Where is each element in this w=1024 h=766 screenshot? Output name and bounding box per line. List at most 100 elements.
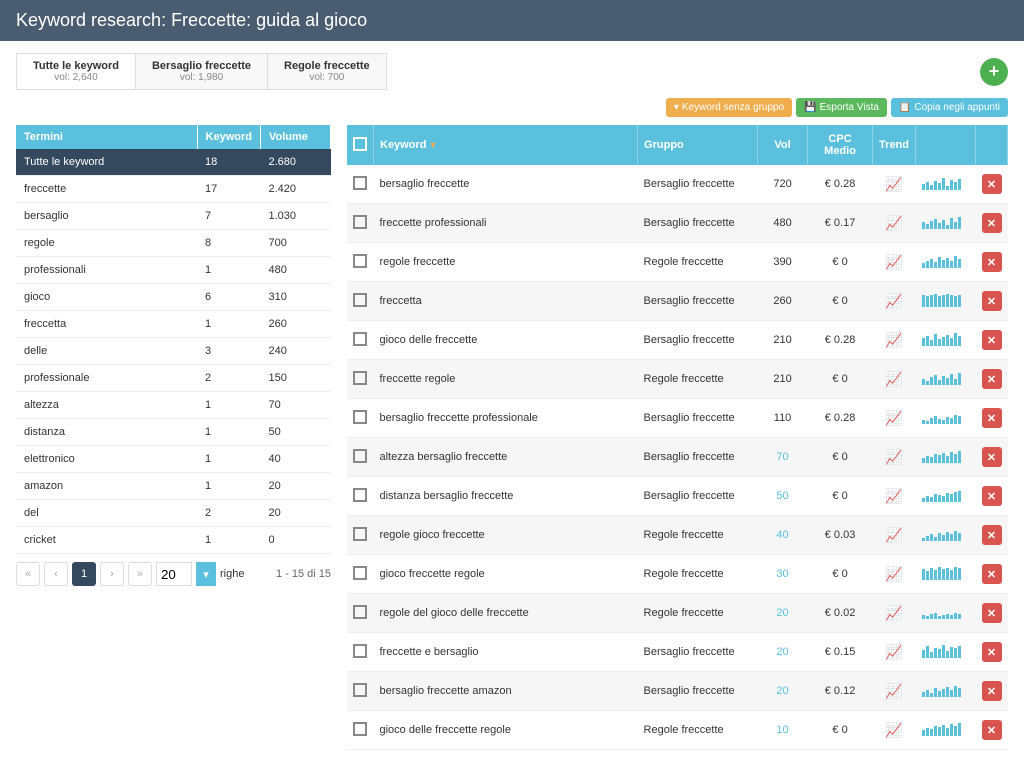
group-cell: Bersaglio freccette [638, 399, 758, 438]
term-row[interactable]: Tutte le keyword182.680 [16, 149, 331, 176]
delete-button[interactable]: ✕ [982, 486, 1002, 506]
row-checkbox[interactable] [353, 410, 367, 424]
keyword-no-group-button[interactable]: ▾ Keyword senza gruppo [666, 98, 792, 117]
term-row[interactable]: delle3240 [16, 338, 331, 365]
term-cell: del [16, 500, 197, 527]
pager-first[interactable]: « [16, 562, 40, 586]
trend-icon[interactable]: 📈 [885, 215, 902, 231]
trend-icon[interactable]: 📈 [885, 410, 902, 426]
checkbox-all[interactable] [353, 137, 367, 151]
vol-cell: 110 [758, 399, 808, 438]
row-checkbox[interactable] [353, 722, 367, 736]
trend-icon[interactable]: 📈 [885, 449, 902, 465]
tab-item[interactable]: Regole freccettevol: 700 [268, 54, 386, 89]
trend-icon[interactable]: 📈 [885, 488, 902, 504]
row-checkbox[interactable] [353, 449, 367, 463]
row-checkbox[interactable] [353, 371, 367, 385]
delete-button[interactable]: ✕ [982, 174, 1002, 194]
delete-button[interactable]: ✕ [982, 291, 1002, 311]
row-checkbox[interactable] [353, 605, 367, 619]
trend-icon[interactable]: 📈 [885, 683, 902, 699]
row-checkbox[interactable] [353, 488, 367, 502]
term-row[interactable]: freccette172.420 [16, 176, 331, 203]
delete-button[interactable]: ✕ [982, 252, 1002, 272]
pager-page-1[interactable]: 1 [72, 562, 96, 586]
group-cell: Bersaglio freccette [638, 438, 758, 477]
kw-cell: 1 [197, 473, 260, 500]
term-row[interactable]: altezza170 [16, 392, 331, 419]
th-volume[interactable]: Volume [261, 125, 331, 149]
page-size-dropdown[interactable]: ▾ [196, 562, 216, 586]
keyword-row: distanza bersaglio freccetteBersaglio fr… [347, 477, 1008, 516]
delete-button[interactable]: ✕ [982, 681, 1002, 701]
add-tab-button[interactable]: + [980, 58, 1008, 86]
th-keyword[interactable]: Keyword▼ [374, 125, 638, 165]
pager-next[interactable]: › [100, 562, 124, 586]
row-checkbox[interactable] [353, 176, 367, 190]
pager-label: righe [220, 568, 244, 580]
delete-button[interactable]: ✕ [982, 720, 1002, 740]
tab-item[interactable]: Tutte le keywordvol: 2,640 [17, 54, 136, 89]
export-view-button[interactable]: 💾 Esporta Vista [796, 98, 887, 117]
terms-panel: Termini Keyword Volume Tutte le keyword1… [16, 125, 331, 750]
delete-button[interactable]: ✕ [982, 408, 1002, 428]
tab-item[interactable]: Bersaglio freccettevol: 1,980 [136, 54, 268, 89]
term-row[interactable]: elettronico140 [16, 446, 331, 473]
trend-icon[interactable]: 📈 [885, 293, 902, 309]
term-row[interactable]: amazon120 [16, 473, 331, 500]
pager-last[interactable]: » [128, 562, 152, 586]
row-checkbox[interactable] [353, 527, 367, 541]
th-term[interactable]: Termini [16, 125, 197, 149]
row-checkbox[interactable] [353, 293, 367, 307]
term-cell: professionale [16, 365, 197, 392]
row-checkbox[interactable] [353, 644, 367, 658]
row-checkbox[interactable] [353, 332, 367, 346]
row-checkbox[interactable] [353, 566, 367, 580]
trend-icon[interactable]: 📈 [885, 527, 902, 543]
term-row[interactable]: professionale2150 [16, 365, 331, 392]
delete-button[interactable]: ✕ [982, 525, 1002, 545]
term-row[interactable]: distanza150 [16, 419, 331, 446]
th-group[interactable]: Gruppo [638, 125, 758, 165]
trend-icon[interactable]: 📈 [885, 254, 902, 270]
trend-icon[interactable]: 📈 [885, 332, 902, 348]
trend-icon[interactable]: 📈 [885, 722, 902, 738]
delete-button[interactable]: ✕ [982, 330, 1002, 350]
term-row[interactable]: professionali1480 [16, 257, 331, 284]
row-checkbox[interactable] [353, 254, 367, 268]
delete-button[interactable]: ✕ [982, 603, 1002, 623]
trend-icon[interactable]: 📈 [885, 644, 902, 660]
th-checkbox[interactable] [347, 125, 374, 165]
row-checkbox[interactable] [353, 215, 367, 229]
row-checkbox[interactable] [353, 683, 367, 697]
term-row[interactable]: freccetta1260 [16, 311, 331, 338]
term-row[interactable]: gioco6310 [16, 284, 331, 311]
th-vol[interactable]: Vol [758, 125, 808, 165]
th-keyword[interactable]: Keyword [197, 125, 260, 149]
vol-cell: 720 [758, 165, 808, 204]
term-row[interactable]: bersaglio71.030 [16, 203, 331, 230]
trend-icon[interactable]: 📈 [885, 605, 902, 621]
th-trend[interactable]: Trend [873, 125, 916, 165]
term-row[interactable]: cricket10 [16, 527, 331, 554]
sparkline [922, 371, 961, 385]
pager-prev[interactable]: ‹ [44, 562, 68, 586]
trend-icon[interactable]: 📈 [885, 371, 902, 387]
term-cell: elettronico [16, 446, 197, 473]
keyword-row: freccette regoleRegole freccette210€ 0📈✕ [347, 360, 1008, 399]
vol-cell: 70 [261, 392, 331, 419]
trend-icon[interactable]: 📈 [885, 566, 902, 582]
term-row[interactable]: regole8700 [16, 230, 331, 257]
delete-button[interactable]: ✕ [982, 369, 1002, 389]
group-cell: Regole freccette [638, 711, 758, 750]
term-row[interactable]: del220 [16, 500, 331, 527]
delete-button[interactable]: ✕ [982, 213, 1002, 233]
trend-icon[interactable]: 📈 [885, 176, 902, 192]
th-cpc[interactable]: CPC Medio [808, 125, 873, 165]
delete-button[interactable]: ✕ [982, 642, 1002, 662]
delete-button[interactable]: ✕ [982, 564, 1002, 584]
kw-cell: 1 [197, 527, 260, 554]
delete-button[interactable]: ✕ [982, 447, 1002, 467]
copy-clipboard-button[interactable]: 📋 Copia negli appunti [891, 98, 1008, 117]
page-size-input[interactable] [156, 562, 192, 586]
